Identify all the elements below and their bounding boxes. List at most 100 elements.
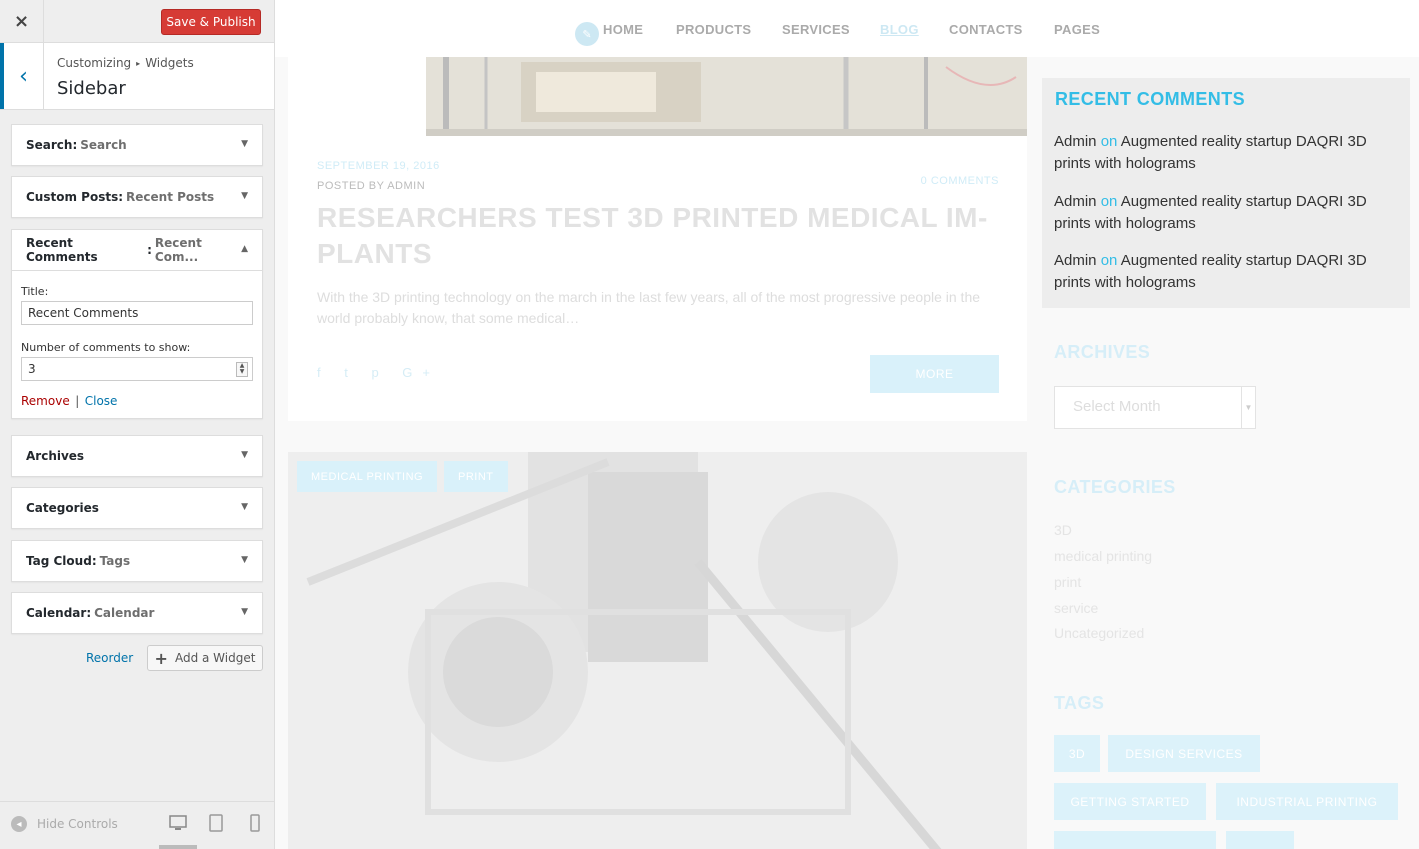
- widget-title: Tags: [99, 554, 131, 568]
- customizer-footer: ◂ Hide Controls: [0, 801, 274, 849]
- category-link[interactable]: 3D: [1054, 522, 1072, 538]
- tag-pill[interactable]: DESIGN SERVICES: [1108, 735, 1260, 772]
- spinner-arrows-icon[interactable]: ▲ ▼: [236, 362, 248, 377]
- widget-title: Recent Com...: [154, 236, 202, 264]
- expand-arrow-icon[interactable]: ▼: [241, 555, 248, 565]
- nav-home[interactable]: HOME: [603, 22, 643, 37]
- plus-icon: +: [154, 648, 168, 668]
- site-nav: ✎ HOME PRODUCTS SERVICES BLOG CONTACTS P…: [275, 0, 1419, 57]
- nav-services[interactable]: SERVICES: [782, 22, 850, 37]
- widget-calendar-header[interactable]: Calendar: Calendar ▼: [12, 593, 262, 633]
- widget-type: Search: [26, 138, 73, 152]
- active-device-indicator: [159, 845, 197, 849]
- more-button[interactable]: MORE: [870, 355, 999, 393]
- reorder-link[interactable]: Reorder: [86, 651, 133, 665]
- tag-pill[interactable]: 3D: [1054, 735, 1100, 772]
- recent-comment-item: Admin on Augmented reality startup DAQRI…: [1054, 131, 1394, 175]
- customizer-panel: × Save & Publish ‹ Customizing ▸ Widgets S…: [0, 0, 275, 849]
- widget-archives-header[interactable]: Archives ▼: [12, 436, 262, 476]
- hide-controls-button[interactable]: ◂ Hide Controls: [11, 816, 118, 832]
- comment-author[interactable]: Admin: [1054, 133, 1097, 150]
- expand-arrow-icon[interactable]: ▼: [241, 191, 248, 201]
- widget-custom-posts: Custom Posts: Recent Posts ▼: [11, 176, 263, 218]
- pencil-icon[interactable]: ✎: [575, 22, 599, 46]
- widget-tag-cloud: Tag Cloud: Tags ▼: [11, 540, 263, 582]
- post-tag-medical-printing[interactable]: MEDICAL PRINTING: [297, 461, 438, 492]
- recent-comments-widget: RECENT COMMENTS Admin on Augmented reali…: [1042, 78, 1410, 308]
- categories-title: CATEGORIES: [1054, 477, 1176, 497]
- widget-archives: Archives ▼: [11, 435, 263, 477]
- tag-pill-partial[interactable]: [1054, 831, 1216, 849]
- remove-link[interactable]: Remove: [21, 394, 70, 408]
- save-publish-button[interactable]: Save & Publish: [161, 9, 261, 35]
- comment-on-label: on: [1100, 193, 1118, 210]
- chevron-down-icon: ▼: [1241, 387, 1255, 428]
- tags-title: TAGS: [1054, 693, 1105, 713]
- desktop-preview-icon[interactable]: [169, 814, 187, 832]
- mobile-preview-icon[interactable]: [246, 814, 264, 832]
- category-link[interactable]: print: [1054, 574, 1081, 590]
- tag-pill[interactable]: INDUSTRIAL PRINTING: [1216, 783, 1398, 820]
- nav-blog[interactable]: BLOG: [880, 22, 919, 37]
- widget-type: Categories: [26, 501, 99, 515]
- nav-products[interactable]: PRODUCTS: [676, 22, 751, 37]
- widget-type: Archives: [26, 449, 85, 463]
- comment-count-field[interactable]: [21, 357, 253, 381]
- category-link[interactable]: service: [1054, 600, 1098, 616]
- blog-post-card-2: MEDICAL PRINTING PRINT: [288, 452, 1027, 849]
- recent-comment-item: Admin on Augmented reality startup DAQRI…: [1054, 191, 1394, 235]
- tag-pill[interactable]: GETTING STARTED: [1054, 783, 1206, 820]
- comment-author[interactable]: Admin: [1054, 193, 1097, 210]
- post-image-2[interactable]: [288, 452, 1027, 849]
- add-widget-button[interactable]: + Add a Widget: [147, 645, 263, 671]
- post-byline: POSTED BY ADMIN: [317, 180, 426, 192]
- breadcrumb: Customizing ▸ Widgets: [57, 56, 194, 70]
- comment-on-label: on: [1100, 252, 1118, 269]
- category-link[interactable]: Uncategorized: [1054, 625, 1144, 641]
- post-excerpt: With the 3D printing technology on the m…: [317, 289, 981, 326]
- close-link[interactable]: Close: [85, 394, 118, 408]
- expand-arrow-icon[interactable]: ▼: [241, 607, 248, 617]
- expand-arrow-icon[interactable]: ▼: [241, 450, 248, 460]
- post-image[interactable]: [426, 57, 1027, 136]
- widget-title: Calendar: [94, 606, 155, 620]
- archives-title: ARCHIVES: [1054, 342, 1151, 362]
- widget-categories-header[interactable]: Categories ▼: [12, 488, 262, 528]
- post-title[interactable]: RESEARCHERS TEST 3D PRINTED MEDICAL IM-P…: [317, 200, 997, 272]
- widget-recent-comments-header[interactable]: Recent Comments: Recent Com... ▲: [12, 230, 262, 270]
- nav-contacts[interactable]: CONTACTS: [949, 22, 1023, 37]
- back-button[interactable]: ‹: [0, 43, 44, 109]
- expand-arrow-icon[interactable]: ▼: [241, 139, 248, 149]
- expand-arrow-icon[interactable]: ▼: [241, 502, 248, 512]
- title-field[interactable]: [21, 301, 253, 325]
- widget-type: Tag Cloud: [26, 554, 92, 568]
- widget-tag-cloud-header[interactable]: Tag Cloud: Tags ▼: [12, 541, 262, 581]
- widget-type: Recent Comments: [26, 236, 98, 264]
- widget-calendar: Calendar: Calendar ▼: [11, 592, 263, 634]
- widget-search-header[interactable]: Search: Search ▼: [12, 125, 262, 165]
- section-header: ‹ Customizing ▸ Widgets Sidebar: [0, 43, 274, 110]
- post-comments-link[interactable]: 0 COMMENTS: [921, 175, 999, 187]
- title-field-label: Title:: [21, 285, 49, 298]
- actions-separator: |: [75, 394, 80, 408]
- widget-custom-posts-header[interactable]: Custom Posts: Recent Posts ▼: [12, 177, 262, 217]
- recent-comment-item: Admin on Augmented reality startup DAQRI…: [1054, 250, 1394, 294]
- close-customizer-button[interactable]: ×: [0, 0, 44, 43]
- social-share-icons[interactable]: f t p G+: [317, 365, 440, 380]
- tag-pill-partial[interactable]: [1226, 831, 1294, 849]
- post-tag-print[interactable]: PRINT: [444, 461, 508, 492]
- tablet-preview-icon[interactable]: [207, 814, 225, 832]
- widget-categories: Categories ▼: [11, 487, 263, 529]
- site-preview: ✎ HOME PRODUCTS SERVICES BLOG CONTACTS P…: [275, 0, 1419, 849]
- widget-recent-comments-form: Title: Number of comments to show: ▲▼ Re…: [12, 270, 262, 418]
- category-link[interactable]: medical printing: [1054, 548, 1152, 564]
- widget-title: Recent Posts: [126, 190, 215, 204]
- add-widget-label: Add a Widget: [174, 651, 256, 665]
- nav-pages[interactable]: PAGES: [1054, 22, 1100, 37]
- archives-month-select[interactable]: Select Month ▼: [1054, 386, 1256, 429]
- customizer-header: × Save & Publish: [0, 0, 274, 43]
- comment-author[interactable]: Admin: [1054, 252, 1097, 269]
- hide-controls-label: Hide Controls: [37, 817, 118, 831]
- collapse-arrow-icon[interactable]: ▲: [241, 244, 248, 254]
- printer-illustration: [426, 57, 1027, 136]
